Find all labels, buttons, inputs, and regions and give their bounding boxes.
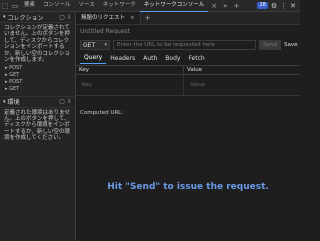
tab-headers[interactable]: Headers (106, 54, 139, 64)
inspect-icon[interactable]: ⬚ (0, 2, 10, 10)
import-environment-icon[interactable]: ⇩ (67, 98, 72, 105)
request-panel: 無題のリクエスト × + Untitled Request GET ▾ Enter … (76, 12, 300, 241)
request-history-list: ▸ POST ▸ GET ▸ POST ▸ GET (0, 65, 75, 92)
list-item[interactable]: ▸ GET (5, 72, 75, 79)
request-section-tabs: Query Headers Auth Body Fetch (76, 53, 300, 64)
send-button[interactable]: Send (259, 40, 281, 50)
close-tab-icon[interactable]: × (208, 2, 220, 10)
collections-header[interactable]: ▾ コレクション ▢ ⇩ (0, 12, 75, 23)
chevron-down-icon: ▾ (104, 42, 107, 48)
new-environment-icon[interactable]: ▢ (59, 98, 65, 105)
url-row: GET ▾ Enter the URL to be requested here … (76, 39, 300, 51)
tab-query[interactable]: Query (80, 53, 107, 64)
environments-title: 環境 (7, 99, 20, 107)
query-table-header: Key Value (76, 65, 300, 75)
new-collection-icon[interactable]: ▢ (59, 14, 65, 21)
send-hint: Hit "Send" to issue the request. (107, 182, 269, 192)
sidebar: ▾ コレクション ▢ ⇩ コレクションが定義されていません。上のボタンを押して、… (0, 12, 76, 241)
tab-fetch[interactable]: Fetch (184, 54, 208, 64)
tab-sources[interactable]: ソース (75, 0, 99, 11)
tab-auth[interactable]: Auth (139, 54, 161, 64)
environments-header[interactable]: ▾ 環境 ▢ ⇩ (0, 95, 75, 108)
collections-title: コレクション (7, 14, 44, 22)
close-icon[interactable]: × (130, 15, 135, 21)
tab-body[interactable]: Body (161, 54, 184, 64)
collapse-triangle-icon: ▾ (3, 14, 6, 20)
tab-console[interactable]: コンソール (39, 0, 75, 11)
import-collection-icon[interactable]: ⇩ (67, 14, 72, 21)
save-button[interactable]: Save (284, 42, 298, 48)
request-tabs-bar: 無題のリクエスト × + (76, 12, 300, 25)
table-row: Key Value (76, 75, 300, 96)
more-tabs-icon[interactable]: » (220, 2, 230, 10)
devtools-toolbar: ⬚ ▭ 要素 コンソール ソース ネットワーク ネットワークコンソール × » … (0, 0, 300, 12)
list-item[interactable]: ▸ GET (5, 86, 75, 93)
key-column-header: Key (76, 66, 184, 74)
url-input[interactable]: Enter the URL to be requested here (113, 40, 256, 50)
method-select[interactable]: GET ▾ (80, 40, 110, 50)
add-tab-icon[interactable]: + (230, 2, 242, 10)
key-input[interactable]: Key (76, 75, 184, 95)
collections-empty-text: コレクションが定義されていません。上のボタンを押して、ディスクからコレクションを… (4, 25, 70, 64)
value-input[interactable]: Value (184, 75, 300, 95)
device-toggle-icon[interactable]: ▭ (10, 2, 20, 10)
tab-network-console[interactable]: ネットワークコンソール (139, 0, 209, 12)
close-devtools-icon[interactable]: ✕ (290, 2, 296, 10)
issues-badge[interactable]: 28 (257, 2, 268, 9)
list-item[interactable]: ▸ POST (5, 79, 75, 86)
value-column-header: Value (187, 67, 203, 73)
new-request-icon[interactable]: + (141, 14, 155, 22)
tab-elements[interactable]: 要素 (20, 0, 39, 11)
list-item[interactable]: ▸ POST (5, 65, 75, 72)
settings-icon[interactable]: ⚙ (271, 2, 277, 10)
request-name[interactable]: Untitled Request (76, 25, 300, 39)
request-tab[interactable]: 無題のリクエスト × (76, 12, 141, 24)
tab-network[interactable]: ネットワーク (99, 0, 140, 11)
computed-url-label: Computed URL: (80, 110, 124, 116)
collapse-triangle-icon: ▾ (3, 98, 6, 105)
toolbar-right: 28 ⚙ ⋮ ✕ (257, 2, 300, 10)
environments-empty-text: 定義された環境はありません。上のボタンを押して、ディスクから環境をインポートする… (4, 109, 70, 142)
more-options-icon[interactable]: ⋮ (280, 2, 287, 10)
